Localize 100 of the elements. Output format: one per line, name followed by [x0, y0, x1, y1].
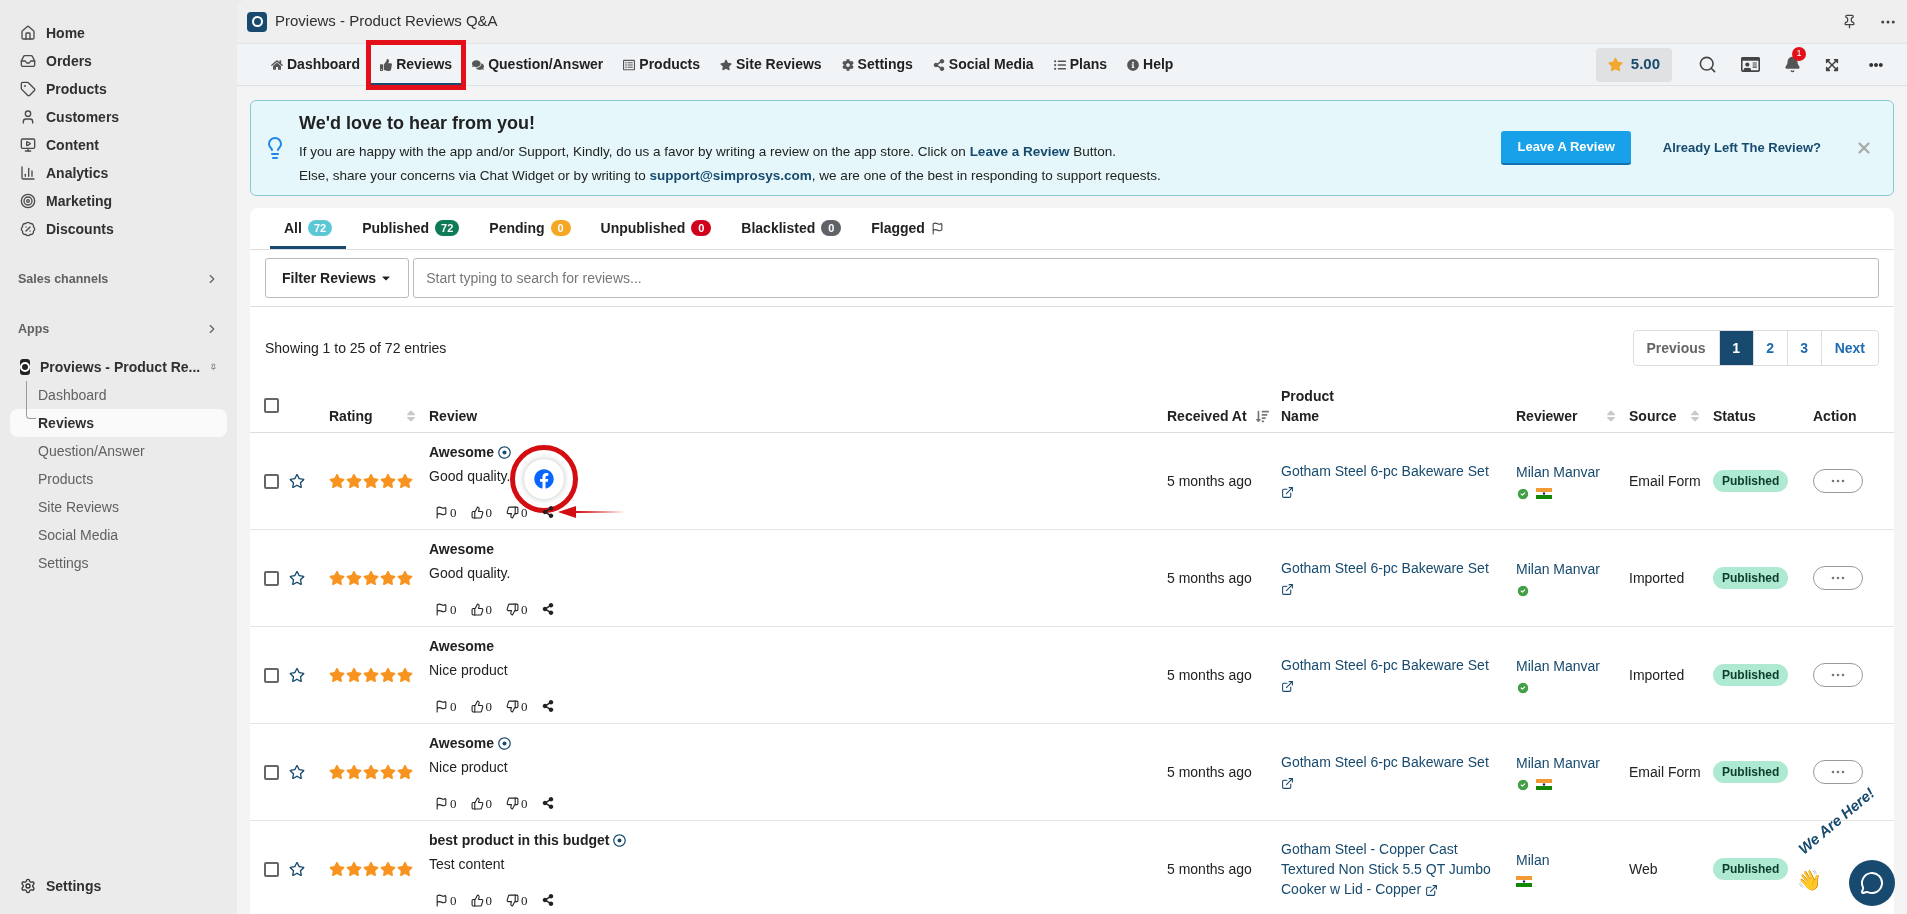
row-checkbox[interactable]	[264, 570, 279, 586]
flag-icon[interactable]	[435, 699, 448, 713]
nav-tab[interactable]: Question/Answer	[462, 43, 614, 86]
favorite-star-icon[interactable]	[289, 473, 305, 489]
reviewer-name[interactable]: Milan Manvar	[1516, 558, 1629, 580]
sidebar-item[interactable]: Settings	[10, 872, 227, 900]
product-link[interactable]: Gotham Steel 6-pc Bakeware Set	[1281, 461, 1502, 501]
next-button[interactable]: Next	[1821, 331, 1878, 365]
sidebar-item[interactable]: Orders	[10, 47, 227, 75]
sidebar-item[interactable]: Marketing	[10, 187, 227, 215]
thumbs-down-icon[interactable]	[506, 699, 519, 713]
row-checkbox[interactable]	[264, 473, 279, 489]
share-icon[interactable]	[541, 700, 554, 713]
sidebar-subitem[interactable]: Products	[10, 465, 227, 493]
action-menu-button[interactable]	[1813, 566, 1863, 590]
product-link[interactable]: Gotham Steel 6-pc Bakeware Set	[1281, 655, 1502, 695]
filter-dropdown-button[interactable]: Filter Reviews	[265, 258, 410, 298]
nav-tab[interactable]: Social Media	[922, 43, 1044, 86]
external-link-icon[interactable]	[1281, 485, 1294, 499]
sidebar-item[interactable]: Customers	[10, 103, 227, 131]
page-button[interactable]: 1	[1719, 331, 1754, 365]
search-field[interactable]: Start typing to search for reviews...	[413, 258, 1879, 298]
thumbs-down-icon[interactable]	[506, 796, 519, 810]
sidebar-item[interactable]: Content	[10, 131, 227, 159]
sidebar-item[interactable]: Home	[10, 19, 227, 47]
nav-tab[interactable]: Help	[1117, 43, 1184, 86]
flag-icon[interactable]	[435, 602, 448, 616]
row-checkbox[interactable]	[264, 861, 279, 877]
favorite-star-icon[interactable]	[289, 764, 305, 780]
sidebar-subitem[interactable]: Social Media	[10, 521, 227, 549]
sidebar-subitem[interactable]: Dashboard	[10, 381, 227, 409]
thumbs-down-icon[interactable]	[506, 602, 519, 616]
row-checkbox[interactable]	[264, 667, 279, 683]
thumbs-up-icon[interactable]	[470, 699, 484, 713]
nav-tab[interactable]: Dashboard	[261, 43, 371, 86]
thumbs-up-icon[interactable]	[470, 505, 484, 519]
reviewer-name[interactable]: Milan	[1516, 849, 1629, 871]
status-tab[interactable]: Blacklisted 0	[727, 207, 856, 249]
product-link[interactable]: Gotham Steel 6-pc Bakeware Set	[1281, 752, 1502, 792]
previous-button[interactable]: Previous	[1633, 331, 1720, 365]
pin-icon[interactable]	[1842, 14, 1857, 29]
reviewer-name[interactable]: Milan Manvar	[1516, 752, 1629, 774]
favorite-star-icon[interactable]	[289, 570, 305, 586]
sidebar-section[interactable]: Apps	[10, 315, 227, 343]
rating-chip[interactable]: 5.00	[1595, 47, 1672, 82]
product-link[interactable]: Gotham Steel - Copper Cast Textured Non Stick 5.5 QT Jumbo Cooker w Lid - Copper	[1281, 839, 1502, 899]
external-link-icon[interactable]	[1281, 776, 1294, 790]
sort-descending-icon[interactable]	[1256, 410, 1269, 423]
status-tab[interactable]: Unpublished 0	[586, 207, 726, 249]
favorite-star-icon[interactable]	[289, 861, 305, 877]
flag-icon[interactable]	[435, 893, 448, 907]
thumbs-down-icon[interactable]	[506, 505, 519, 519]
sidebar-item[interactable]: Discounts	[10, 215, 227, 243]
sidebar-section[interactable]: Sales channels	[10, 265, 227, 293]
status-tab[interactable]: All 72	[270, 207, 347, 249]
thumbs-up-icon[interactable]	[470, 602, 484, 616]
share-icon[interactable]	[541, 797, 554, 810]
nav-tab[interactable]: Reviews	[370, 43, 463, 86]
sidebar-subitem[interactable]: Question/Answer	[10, 437, 227, 465]
flag-icon[interactable]	[435, 505, 448, 519]
share-icon[interactable]	[541, 894, 554, 907]
sidebar-subitem[interactable]: Settings	[10, 549, 227, 577]
favorite-star-icon[interactable]	[289, 667, 305, 683]
action-menu-button[interactable]	[1813, 663, 1863, 687]
select-all-checkbox[interactable]	[264, 398, 279, 413]
bell-icon[interactable]	[1784, 56, 1801, 73]
page-button[interactable]: 3	[1787, 331, 1822, 365]
external-link-icon[interactable]	[1281, 582, 1294, 596]
thumbs-down-icon[interactable]	[506, 893, 519, 907]
nav-tab[interactable]: Settings	[831, 43, 923, 86]
share-icon[interactable]	[541, 603, 554, 616]
nav-tab[interactable]: Products	[613, 43, 710, 86]
thumbs-up-icon[interactable]	[470, 893, 484, 907]
external-link-icon[interactable]	[1424, 883, 1438, 897]
sidebar-subitem[interactable]: Reviews	[10, 409, 227, 437]
already-reviewed-link[interactable]: Already Left The Review?	[1662, 138, 1821, 158]
action-menu-button[interactable]	[1813, 469, 1863, 493]
nav-tab[interactable]: Plans	[1043, 43, 1117, 86]
status-tab[interactable]: Flagged	[857, 207, 958, 249]
id-card-icon[interactable]	[1741, 55, 1760, 74]
flag-icon[interactable]	[435, 796, 448, 810]
sidebar-subitem[interactable]: Site Reviews	[10, 493, 227, 521]
reviewer-name[interactable]: Milan Manvar	[1516, 461, 1629, 483]
expand-icon[interactable]	[1825, 57, 1839, 72]
status-tab[interactable]: Published 72	[348, 207, 474, 249]
share-icon[interactable]	[541, 506, 554, 519]
sidebar-app-title[interactable]: Proviews - Product Re...	[40, 356, 201, 378]
reviewer-name[interactable]: Milan Manvar	[1516, 655, 1629, 677]
row-checkbox[interactable]	[264, 764, 279, 780]
sidebar-item[interactable]: Products	[10, 75, 227, 103]
page-button[interactable]: 2	[1753, 331, 1788, 365]
action-menu-button[interactable]	[1813, 760, 1863, 784]
sidebar-item[interactable]: Analytics	[10, 159, 227, 187]
product-link[interactable]: Gotham Steel 6-pc Bakeware Set	[1281, 558, 1502, 598]
thumbs-up-icon[interactable]	[470, 796, 484, 810]
search-icon[interactable]	[1698, 55, 1717, 74]
external-link-icon[interactable]	[1281, 679, 1294, 693]
facebook-icon[interactable]	[534, 469, 554, 489]
nav-tab[interactable]: Site Reviews	[710, 43, 832, 86]
status-tab[interactable]: Pending 0	[475, 207, 585, 249]
